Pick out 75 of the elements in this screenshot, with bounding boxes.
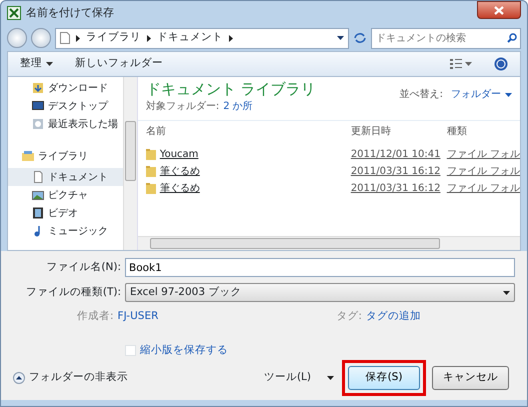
file-name[interactable]: Youcam [160, 147, 198, 162]
author-label: 作成者: [77, 309, 114, 324]
cancel-button[interactable]: キャンセル [432, 366, 509, 390]
folder-icon [22, 150, 34, 162]
filetype-label: ファイルの種類(T): [24, 284, 122, 300]
file-date: 2011/03/31 16:12 [350, 183, 440, 194]
forward-button[interactable] [31, 28, 51, 48]
thumbnail-checkbox[interactable] [125, 345, 136, 356]
caret-icon [46, 62, 53, 66]
refresh-icon [353, 32, 367, 44]
breadcrumb-item[interactable]: ドキュメント [157, 30, 223, 46]
new-folder-button[interactable]: 新しいフォルダー [75, 56, 163, 72]
search-icon [507, 32, 517, 42]
dropdown-icon [337, 36, 344, 40]
folder-icon [146, 149, 156, 160]
thumbnail-label: 縮小版を保存する [140, 342, 228, 358]
sidebar-item[interactable]: ミュージック [8, 222, 124, 240]
file-name[interactable]: 筆ぐるめ [160, 181, 200, 196]
tag-label: タグ: [336, 309, 362, 324]
file-type: ファイル フォル [446, 149, 520, 160]
author-value[interactable]: FJ-USER [118, 309, 158, 325]
target-label: 対象フォルダー: [146, 100, 220, 114]
sidebar-item[interactable]: 最近表示した場 [8, 115, 124, 133]
back-button[interactable] [7, 28, 27, 48]
view-list-icon [450, 59, 472, 69]
file-name[interactable]: 筆ぐるめ [160, 164, 200, 179]
sidebar-item[interactable]: ビデオ [8, 204, 124, 222]
caret-icon [327, 376, 334, 380]
sidebar-item[interactable]: ダウンロード [8, 79, 124, 97]
add-tag-link[interactable]: タグの追加 [366, 309, 421, 325]
hide-folders-button[interactable]: フォルダーの非表示 [13, 370, 128, 386]
monitor-icon [32, 100, 44, 112]
document-icon [32, 171, 44, 183]
sort-dropdown[interactable]: フォルダー [451, 87, 512, 102]
sidebar-item[interactable]: ドキュメント [8, 168, 124, 186]
sidebar-item[interactable]: ピクチャ [8, 186, 124, 204]
window-title: 名前を付けて保存 [26, 4, 114, 21]
horizontal-scrollbar[interactable] [138, 236, 520, 250]
column-header[interactable]: 種類 [442, 124, 520, 139]
target-link[interactable]: 2 か所 [223, 99, 253, 114]
breadcrumb-item[interactable]: ライブラリ [86, 30, 141, 46]
address-bar[interactable]: ライブラリ ドキュメント [55, 28, 349, 48]
chevron-icon [147, 34, 151, 42]
file-type: ファイル フォル [446, 183, 520, 194]
caret-icon [505, 92, 512, 96]
tools-menu[interactable]: ツール(L) [264, 370, 334, 386]
folder-icon [32, 82, 44, 94]
chevron-icon [76, 34, 80, 42]
file-type: ファイル フォル [446, 166, 520, 177]
filename-field[interactable]: Book1 [125, 258, 515, 277]
close-icon [494, 6, 504, 14]
save-button[interactable]: 保存(S) [348, 366, 420, 390]
search-field[interactable]: ドキュメントの検索 [371, 28, 521, 48]
film-icon [32, 207, 44, 219]
sidebar-group[interactable]: ライブラリ [8, 147, 124, 165]
collapse-icon [13, 372, 25, 384]
file-date: 2011/12/01 10:41 [350, 149, 440, 160]
close-button[interactable] [477, 1, 521, 19]
sort-label: 並べ替え: [400, 88, 443, 102]
filetype-dropdown[interactable]: Excel 97-2003 ブック [125, 283, 515, 302]
chevron-icon [229, 34, 233, 42]
file-date: 2011/03/31 16:12 [350, 166, 440, 177]
sidebar-item[interactable]: デスクトップ [8, 97, 124, 115]
spreadsheet-icon [7, 6, 21, 20]
column-header[interactable]: 名前 [138, 124, 347, 139]
filename-label: ファイル名(N): [45, 260, 122, 275]
document-icon [60, 32, 70, 44]
folder-icon [146, 166, 156, 177]
column-header[interactable]: 更新日時 [346, 124, 443, 139]
caret-icon [503, 290, 510, 294]
library-title: ドキュメント ライブラリ [146, 79, 316, 99]
vertical-scrollbar[interactable] [123, 77, 137, 250]
picture-icon [32, 189, 44, 201]
organize-menu[interactable]: 整理 [20, 56, 53, 72]
folder-icon [146, 183, 156, 194]
